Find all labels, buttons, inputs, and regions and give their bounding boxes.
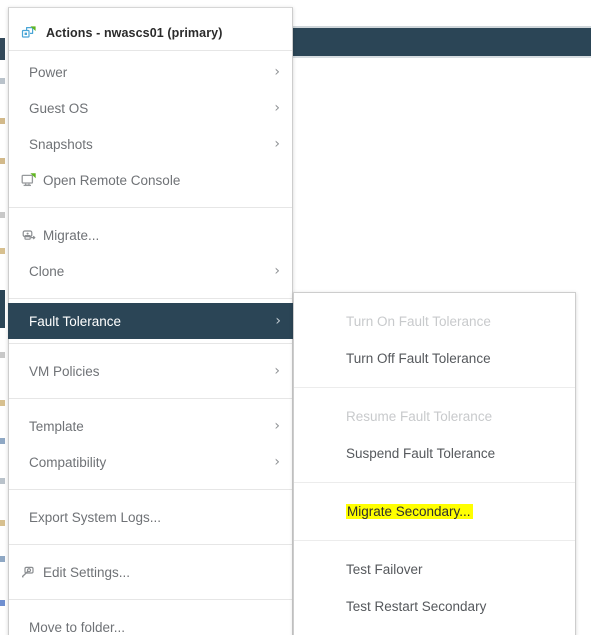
menu-item-label: Power (29, 64, 68, 80)
submenu-item-migrate-secondary[interactable]: Migrate Secondary... (294, 493, 575, 530)
fault-tolerance-submenu: Turn On Fault Tolerance Turn Off Fault T… (293, 292, 576, 635)
submenu-item-turn-on-fault-tolerance: Turn On Fault Tolerance (294, 303, 575, 340)
chevron-right-icon: › (274, 363, 280, 379)
menu-item-label: Migrate Secondary... (346, 504, 563, 519)
background-edge-fleck (0, 520, 5, 526)
background-edge-fleck (0, 78, 5, 84)
menu-separator (9, 599, 292, 600)
chevron-right-icon: › (275, 313, 281, 329)
menu-item-label: Export System Logs... (29, 509, 162, 525)
menu-item-label: Guest OS (29, 100, 89, 116)
menu-item-label: VM Policies (29, 363, 100, 379)
menu-separator (9, 398, 292, 399)
menu-group: Power › Guest OS › Snapshots › Open Remo… (9, 54, 292, 198)
menu-item-label: Edit Settings... (43, 564, 131, 580)
submenu-separator (294, 387, 575, 388)
menu-item-export-system-logs[interactable]: Export System Logs... (9, 499, 292, 535)
submenu-item-test-failover[interactable]: Test Failover (294, 551, 575, 588)
chevron-right-icon: › (274, 418, 280, 434)
menu-item-label: Open Remote Console (43, 172, 181, 188)
menu-separator (9, 489, 292, 490)
menu-item-label: Test Failover (346, 562, 423, 577)
screenshot-root: Actions - nwascs01 (primary) Power › Gue… (0, 0, 591, 635)
menu-item-label: Suspend Fault Tolerance (346, 446, 496, 461)
menu-separator (9, 207, 292, 208)
background-edge-fleck (0, 290, 5, 328)
background-toolbar-bar (292, 28, 591, 56)
menu-item-label: Snapshots (29, 136, 93, 152)
menu-group: Export System Logs... (9, 499, 292, 535)
menu-item-vm-policies[interactable]: VM Policies › (9, 353, 292, 389)
menu-item-label: Migrate... (43, 227, 100, 243)
submenu-group: Resume Fault Tolerance Suspend Fault Tol… (294, 398, 575, 472)
menu-item-label: Compatibility (29, 454, 107, 470)
submenu-item-resume-fault-tolerance: Resume Fault Tolerance (294, 398, 575, 435)
menu-item-label: Turn Off Fault Tolerance (346, 351, 491, 366)
background-edge-fleck (0, 248, 5, 254)
menu-separator (9, 343, 292, 344)
highlight-annotation: Migrate Secondary... (346, 504, 473, 519)
background-edge-fleck (0, 478, 5, 484)
menu-separator (9, 544, 292, 545)
submenu-item-suspend-fault-tolerance[interactable]: Suspend Fault Tolerance (294, 435, 575, 472)
chevron-right-icon: › (274, 136, 280, 152)
background-edge-fleck (0, 38, 5, 60)
submenu-item-test-restart-secondary[interactable]: Test Restart Secondary (294, 588, 575, 625)
vm-migrate-icon (21, 25, 37, 41)
chevron-right-icon: › (274, 100, 280, 116)
submenu-separator (294, 540, 575, 541)
submenu-group: Test Failover Test Restart Secondary (294, 551, 575, 625)
menu-separator (9, 298, 292, 299)
background-edge-fleck (0, 600, 5, 606)
background-edge-fleck (0, 352, 5, 358)
menu-item-clone[interactable]: Clone › (9, 253, 292, 289)
menu-separator (9, 50, 292, 51)
menu-item-power[interactable]: Power › (9, 54, 292, 90)
menu-item-open-remote-console[interactable]: Open Remote Console (9, 162, 292, 198)
submenu-group: Migrate Secondary... (294, 493, 575, 530)
background-edge-fleck (0, 556, 5, 562)
menu-item-fault-tolerance[interactable]: Fault Tolerance › (8, 303, 293, 339)
menu-group: Fault Tolerance › (8, 303, 293, 339)
menu-item-migrate[interactable]: Migrate... (9, 217, 292, 253)
background-edge-fleck (0, 400, 5, 406)
background-edge-fleck (0, 212, 5, 218)
remote-console-icon (21, 172, 43, 188)
submenu-separator (294, 482, 575, 483)
background-edge-fleck (0, 438, 5, 444)
menu-group: Move to folder... (9, 609, 292, 635)
menu-item-label: Clone (29, 263, 65, 279)
background-edge-fleck (0, 118, 5, 124)
menu-item-snapshots[interactable]: Snapshots › (9, 126, 292, 162)
context-menu-header: Actions - nwascs01 (primary) (9, 18, 292, 48)
chevron-right-icon: › (274, 263, 280, 279)
menu-item-label: Move to folder... (29, 619, 126, 635)
context-menu-title: Actions - nwascs01 (primary) (46, 26, 223, 40)
migrate-icon (21, 227, 43, 243)
submenu-group: Turn On Fault Tolerance Turn Off Fault T… (294, 293, 575, 377)
menu-group: VM Policies › (9, 353, 292, 389)
menu-item-label: Turn On Fault Tolerance (346, 314, 491, 329)
menu-item-label: Template (29, 418, 84, 434)
edit-settings-icon (21, 564, 43, 580)
menu-item-move-to-folder[interactable]: Move to folder... (9, 609, 292, 635)
actions-context-menu: Actions - nwascs01 (primary) Power › Gue… (8, 7, 293, 635)
menu-item-label: Resume Fault Tolerance (346, 409, 493, 424)
menu-group: Template › Compatibility › (9, 408, 292, 480)
chevron-right-icon: › (274, 454, 280, 470)
background-toolbar-bottom-edge (292, 56, 591, 58)
menu-item-compatibility[interactable]: Compatibility › (9, 444, 292, 480)
background-edge-fleck (0, 158, 5, 164)
submenu-item-turn-off-fault-tolerance[interactable]: Turn Off Fault Tolerance (294, 340, 575, 377)
menu-item-label: Fault Tolerance (29, 313, 122, 329)
chevron-right-icon: › (274, 64, 280, 80)
menu-group: Edit Settings... (9, 554, 292, 590)
menu-item-label: Test Restart Secondary (346, 599, 487, 614)
menu-item-guest-os[interactable]: Guest OS › (9, 90, 292, 126)
menu-item-template[interactable]: Template › (9, 408, 292, 444)
menu-group: Migrate... Clone › (9, 217, 292, 289)
menu-item-edit-settings[interactable]: Edit Settings... (9, 554, 292, 590)
